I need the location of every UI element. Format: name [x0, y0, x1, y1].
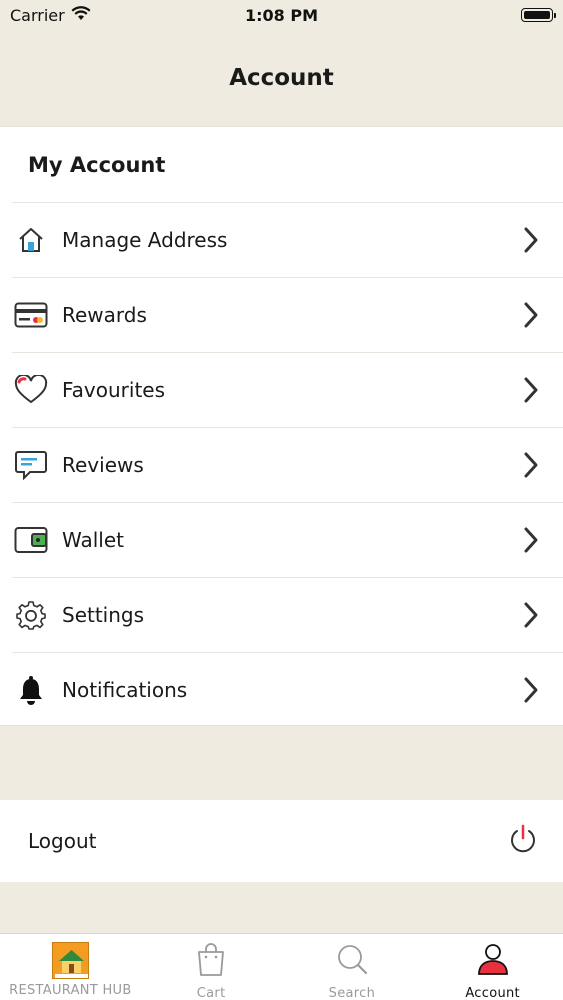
power-icon	[509, 824, 537, 858]
chevron-right-icon	[519, 299, 543, 331]
tab-label: RESTAURANT HUB	[9, 983, 132, 998]
tab-label: Account	[465, 986, 520, 1000]
chevron-right-icon	[519, 374, 543, 406]
logout-button[interactable]: Logout	[0, 800, 563, 882]
chevron-right-icon	[519, 524, 543, 556]
chevron-right-icon	[519, 599, 543, 631]
menu-item-label: Rewards	[62, 303, 147, 327]
carrier-label: Carrier	[10, 5, 65, 25]
heart-icon	[12, 371, 50, 409]
status-bar: Carrier 1:08 PM	[0, 0, 563, 30]
menu-item-label: Reviews	[62, 453, 144, 477]
menu-item-wallet[interactable]: Wallet	[12, 502, 563, 577]
chevron-right-icon	[519, 224, 543, 256]
page-title: Account	[229, 64, 334, 91]
menu-item-label: Settings	[62, 603, 145, 627]
tab-bar: RESTAURANT HUB Cart Search Account	[0, 933, 563, 1000]
chat-bubble-icon	[12, 446, 50, 484]
status-left: Carrier	[10, 6, 91, 25]
menu-item-label: Manage Address	[62, 228, 228, 252]
account-card: My Account Manage Address Rewards Favour…	[0, 126, 563, 726]
restaurant-logo-icon	[51, 942, 89, 979]
menu-item-reviews[interactable]: Reviews	[12, 427, 563, 502]
menu-item-settings[interactable]: Settings	[12, 577, 563, 652]
menu-item-label: Wallet	[62, 528, 125, 552]
tab-label: Search	[328, 986, 376, 1000]
wifi-icon	[71, 5, 91, 25]
battery-icon	[521, 8, 556, 22]
menu-item-rewards[interactable]: Rewards	[12, 277, 563, 352]
menu-item-notifications[interactable]: Notifications	[12, 652, 563, 727]
card-icon	[12, 296, 50, 334]
shopping-bag-icon	[195, 942, 227, 982]
chevron-right-icon	[519, 449, 543, 481]
menu-item-favourites[interactable]: Favourites	[12, 352, 563, 427]
menu-item-label: Favourites	[62, 378, 166, 402]
tab-label: Cart	[196, 986, 226, 1000]
tab-account[interactable]: Account	[422, 934, 563, 1000]
nav-bar: Account	[0, 30, 563, 125]
gear-icon	[12, 596, 50, 634]
bell-icon	[12, 671, 50, 709]
logout-label: Logout	[28, 829, 97, 853]
tab-restaurant-hub[interactable]: RESTAURANT HUB	[0, 934, 141, 1000]
house-icon	[12, 221, 50, 259]
section-title: My Account	[28, 152, 166, 177]
menu-item-manage-address[interactable]: Manage Address	[12, 202, 563, 277]
wallet-icon	[12, 521, 50, 559]
tab-cart[interactable]: Cart	[141, 934, 282, 1000]
menu-item-label: Notifications	[62, 678, 188, 702]
user-icon	[477, 942, 509, 982]
search-icon	[335, 942, 369, 982]
tab-search[interactable]: Search	[282, 934, 423, 1000]
chevron-right-icon	[519, 674, 543, 706]
